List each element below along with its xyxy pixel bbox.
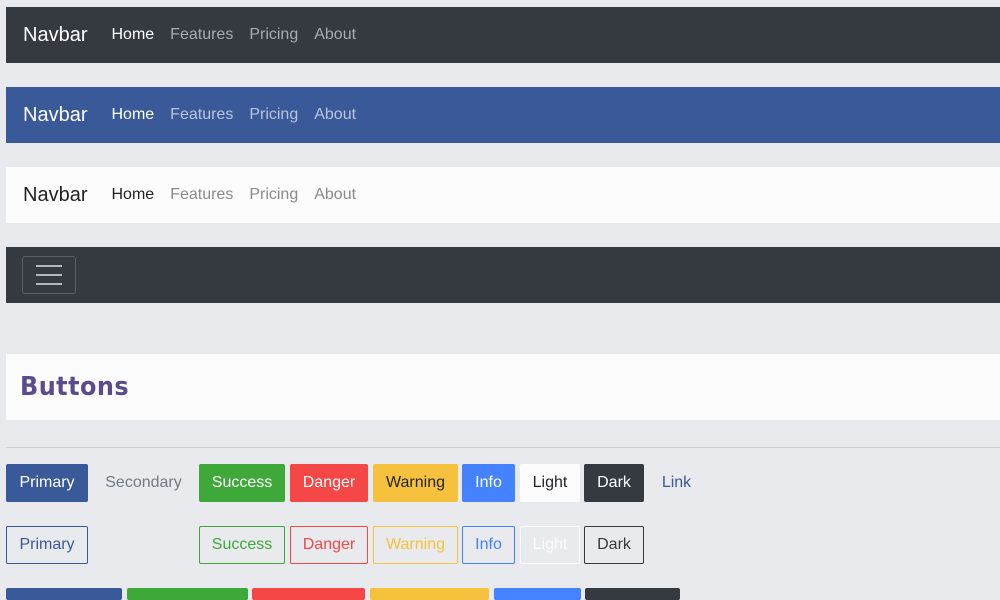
nav-link-home[interactable]: Home — [111, 106, 154, 124]
large-success-button[interactable] — [127, 588, 248, 600]
success-button[interactable]: Success — [199, 464, 285, 502]
large-info-button[interactable] — [494, 588, 581, 600]
section-title: Buttons — [20, 372, 130, 402]
outline-light-button[interactable]: Light — [520, 526, 580, 564]
warning-button[interactable]: Warning — [373, 464, 458, 502]
outline-success-button[interactable]: Success — [199, 526, 285, 564]
nav-link-pricing[interactable]: Pricing — [249, 186, 298, 204]
secondary-button[interactable]: Secondary — [93, 464, 194, 502]
large-primary-button[interactable] — [6, 588, 122, 600]
info-button[interactable]: Info — [462, 464, 515, 502]
hamburger-menu-icon — [36, 274, 62, 276]
navbar-toggler-button[interactable] — [22, 256, 76, 294]
outline-primary-button[interactable]: Primary — [6, 526, 88, 564]
nav-link-pricing[interactable]: Pricing — [249, 106, 298, 124]
divider — [6, 447, 1000, 448]
outline-warning-button[interactable]: Warning — [373, 526, 458, 564]
nav-links: Home Features Pricing About — [111, 186, 372, 204]
nav-link-about[interactable]: About — [314, 26, 356, 44]
navbar-brand[interactable]: Navbar — [23, 184, 87, 207]
navbar-brand[interactable]: Navbar — [23, 24, 87, 47]
nav-link-about[interactable]: About — [314, 106, 356, 124]
navbar-brand[interactable]: Navbar — [23, 104, 87, 127]
outline-info-button[interactable]: Info — [462, 526, 515, 564]
outline-danger-button[interactable]: Danger — [290, 526, 368, 564]
hamburger-menu-icon — [36, 265, 62, 267]
nav-links: Home Features Pricing About — [111, 106, 372, 124]
large-dark-button[interactable] — [585, 588, 680, 600]
section-header: Buttons — [6, 354, 1000, 420]
primary-button[interactable]: Primary — [6, 464, 88, 502]
nav-link-about[interactable]: About — [314, 186, 356, 204]
nav-link-features[interactable]: Features — [170, 106, 233, 124]
navbar-light: Navbar Home Features Pricing About — [6, 167, 1000, 223]
dark-button[interactable]: Dark — [584, 464, 644, 502]
nav-link-features[interactable]: Features — [170, 186, 233, 204]
nav-links: Home Features Pricing About — [111, 26, 372, 44]
navbar-dark: Navbar Home Features Pricing About — [6, 7, 1000, 63]
navbar-collapsed — [6, 247, 1000, 303]
light-button[interactable]: Light — [520, 464, 580, 502]
navbar-primary: Navbar Home Features Pricing About — [6, 87, 1000, 143]
nav-link-home[interactable]: Home — [111, 26, 154, 44]
large-warning-button[interactable] — [370, 588, 489, 600]
nav-link-features[interactable]: Features — [170, 26, 233, 44]
large-danger-button[interactable] — [252, 588, 365, 600]
nav-link-home[interactable]: Home — [111, 186, 154, 204]
hamburger-menu-icon — [36, 283, 62, 285]
outline-dark-button[interactable]: Dark — [584, 526, 644, 564]
danger-button[interactable]: Danger — [290, 464, 368, 502]
link-button[interactable]: Link — [649, 464, 704, 502]
nav-link-pricing[interactable]: Pricing — [249, 26, 298, 44]
